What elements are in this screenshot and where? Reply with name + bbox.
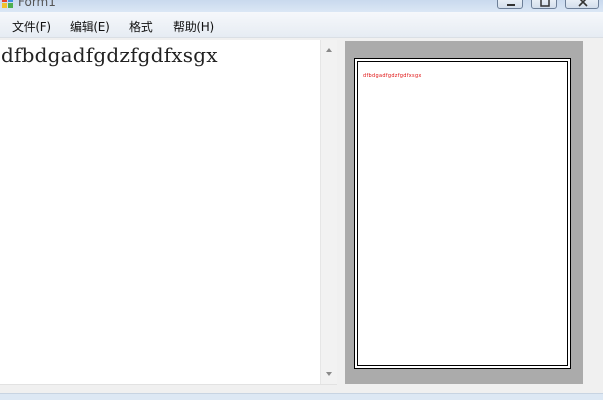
app-icon <box>2 0 13 8</box>
preview-page: dfbdgadfgdzfgdfxsgx <box>354 58 571 369</box>
menu-format[interactable]: 格式 <box>129 18 153 35</box>
window-title: Form1 <box>18 0 56 9</box>
menu-file[interactable]: 文件(F) <box>12 18 51 35</box>
menu-edit[interactable]: 编辑(E) <box>70 18 110 35</box>
preview-text: dfbdgadfgdzfgdfxsgx <box>363 73 422 79</box>
vertical-scrollbar[interactable] <box>320 40 337 384</box>
print-preview-panel: dfbdgadfgdzfgdfxsgx <box>345 41 583 384</box>
menu-help[interactable]: 帮助(H) <box>173 18 214 35</box>
maximize-button[interactable] <box>531 0 557 9</box>
minimize-icon <box>507 4 515 6</box>
title-bar: Form1 <box>0 0 603 12</box>
menu-bar: 文件(F) 编辑(E) 格式 帮助(H) <box>0 12 603 38</box>
editor-content: dfbdgadfgdzfgdfxsgx <box>1 43 218 67</box>
close-icon <box>578 0 588 7</box>
preview-page-border: dfbdgadfgdzfgdfxsgx <box>357 61 568 366</box>
scroll-down-icon[interactable] <box>321 366 337 382</box>
maximize-icon <box>540 0 550 7</box>
minimize-button[interactable] <box>497 0 523 9</box>
form-client-area: 文件(F) 编辑(E) 格式 帮助(H) dfbdgadfgdzfgdfxsgx… <box>0 12 603 400</box>
close-button[interactable] <box>565 0 599 9</box>
scroll-up-icon[interactable] <box>321 42 337 58</box>
window-bottom-border <box>0 393 603 400</box>
text-editor[interactable]: dfbdgadfgdzfgdfxsgx <box>0 40 320 384</box>
